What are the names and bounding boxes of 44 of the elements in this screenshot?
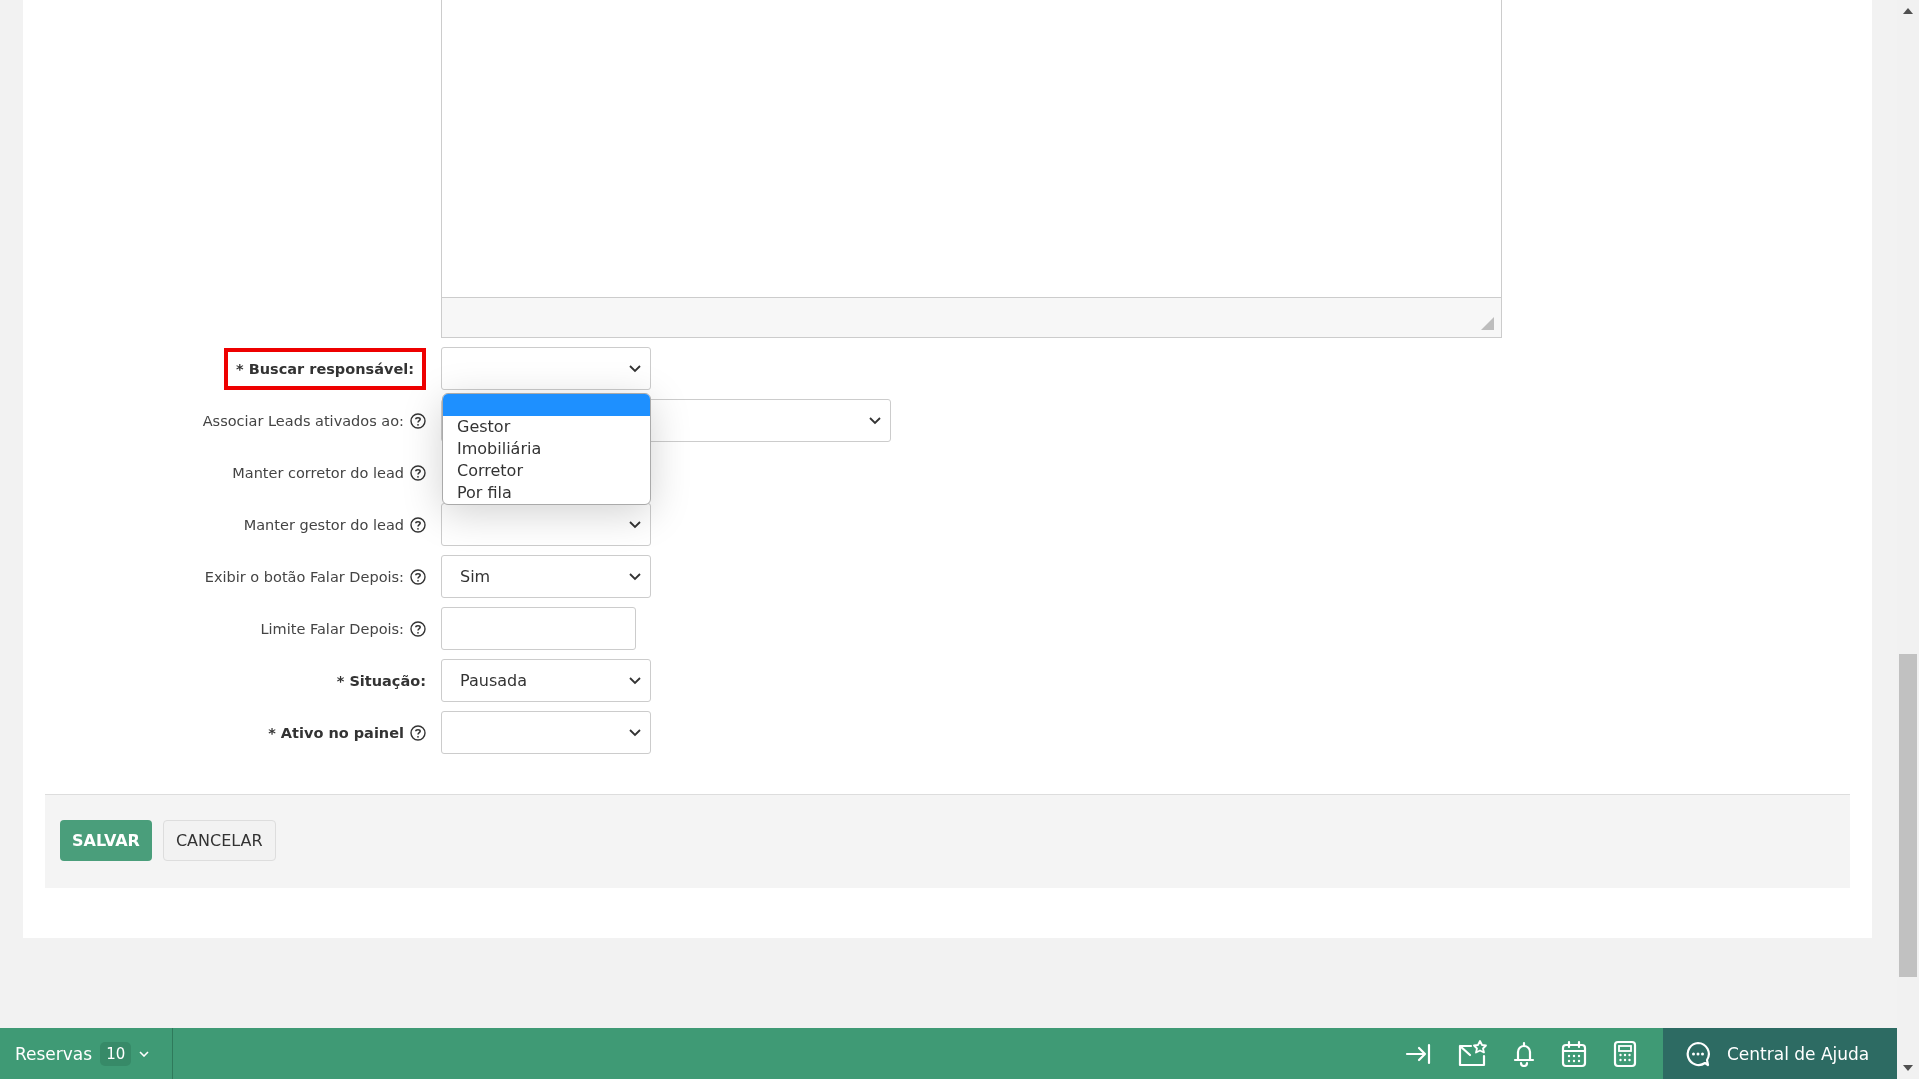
scroll-up-icon[interactable]	[1903, 8, 1913, 14]
dropdown-option[interactable]: Gestor	[443, 416, 650, 438]
select-field[interactable]	[441, 503, 651, 546]
chevron-down-icon	[139, 1050, 150, 1057]
help-icon[interactable]	[410, 412, 426, 429]
count-badge: 10	[100, 1041, 132, 1066]
select-field[interactable]: Sim	[441, 555, 651, 598]
select-field[interactable]	[441, 711, 651, 754]
dropdown-option[interactable]: Imobiliária	[443, 438, 650, 460]
chevron-down-icon	[629, 728, 641, 737]
select-field[interactable]	[441, 347, 651, 390]
bell-icon[interactable]	[1513, 1040, 1535, 1067]
chat-bubble-icon	[1685, 1040, 1711, 1067]
field-label: Manter gestor do lead	[243, 516, 404, 533]
chevron-down-icon	[629, 572, 641, 581]
help-icon[interactable]	[410, 620, 426, 637]
calendar-icon[interactable]	[1561, 1039, 1587, 1068]
select-field[interactable]: Pausada	[441, 659, 651, 702]
envelope-star-icon[interactable]	[1457, 1039, 1487, 1068]
chevron-down-icon	[629, 364, 641, 373]
calculator-icon[interactable]	[1613, 1039, 1637, 1068]
field-label: Exibir o botão Falar Depois:	[204, 568, 404, 585]
help-icon[interactable]	[410, 568, 426, 585]
scroll-down-icon[interactable]	[1903, 1065, 1913, 1071]
dropdown-option[interactable]: Por fila	[443, 482, 650, 504]
field-label: Associar Leads ativados ao:	[202, 412, 404, 429]
chevron-down-icon	[629, 520, 641, 529]
chevron-down-icon	[629, 676, 641, 685]
resize-grip-icon[interactable]	[1481, 317, 1494, 330]
help-icon[interactable]	[410, 724, 426, 741]
field-label: Limite Falar Depois:	[260, 620, 404, 637]
scrollbar-thumb[interactable]	[1899, 654, 1917, 977]
arrow-to-line-icon[interactable]	[1405, 1042, 1431, 1065]
help-icon[interactable]	[410, 516, 426, 533]
cancel-button[interactable]: CANCELAR	[162, 820, 276, 861]
reservas-menu[interactable]: Reservas 10	[0, 1028, 173, 1079]
field-label: * Ativo no painel	[268, 724, 404, 741]
chevron-down-icon	[869, 416, 881, 425]
field-label: Manter corretor do lead	[232, 464, 404, 481]
help-center-button[interactable]: Central de Ajuda	[1663, 1028, 1897, 1079]
input-field[interactable]	[441, 607, 636, 650]
help-icon[interactable]	[410, 464, 426, 481]
dropdown-option[interactable]: Corretor	[443, 460, 650, 482]
field-label: * Situação:	[336, 672, 426, 689]
